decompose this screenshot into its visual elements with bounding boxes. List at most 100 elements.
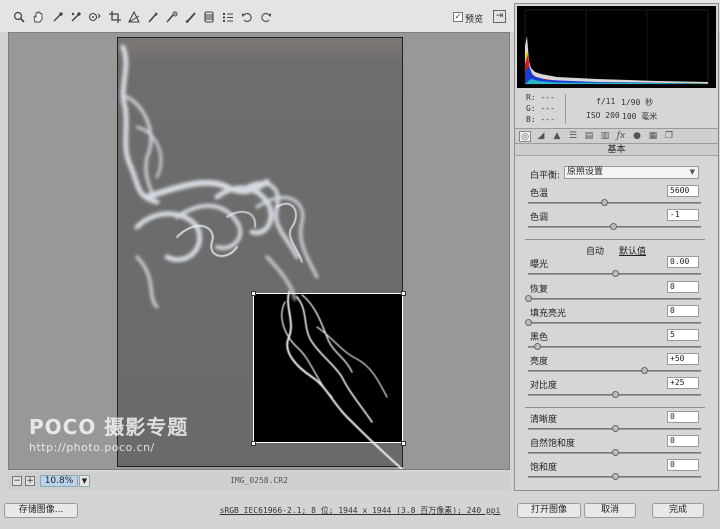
crop-handle-bottom-right[interactable] [401,441,406,446]
slider-track[interactable] [528,298,701,300]
slider-value-field[interactable]: 0 [667,435,699,447]
crop-handle-top-right[interactable] [401,291,406,296]
zoom-out-button[interactable]: − [12,476,22,486]
slider-thumb[interactable] [640,367,648,374]
slider-label: 曝光 [530,260,549,270]
smoke-image [120,44,403,469]
readout-g: G: --- [526,104,555,113]
graduated-filter-icon[interactable] [202,10,215,23]
hand-tool-icon[interactable] [31,10,44,23]
fullscreen-icon[interactable]: ⇥ [493,10,506,23]
open-image-button[interactable]: 打开图像 [517,503,581,518]
adjustments-panel: R: --- G: --- B: --- f/11 1/90 秒 ISO 200… [514,3,719,491]
slider-label: 黑色 [530,333,549,343]
slider-thumb[interactable] [609,223,617,230]
preferences-icon[interactable] [221,10,234,23]
slider-label: 亮度 [530,357,549,367]
crop-handle-top-left[interactable] [251,291,256,296]
slider-value-field[interactable]: 5600 [667,185,699,197]
spot-removal-icon[interactable] [146,10,159,23]
auto-link[interactable]: 自动 [586,244,604,257]
slider-value-field[interactable]: -1 [667,209,699,221]
iso-value: ISO 200 [586,111,620,120]
tab-camera-calibration-icon[interactable]: ● [631,131,643,142]
histogram [517,6,716,88]
slider-track[interactable] [528,346,701,348]
slider-label: 对比度 [530,381,558,391]
slider-thumb[interactable] [533,343,541,350]
image-canvas[interactable]: POCO 摄影专题 http://photo.poco.cn/ [8,32,510,470]
rotate-left-icon[interactable] [240,10,253,23]
tab-snapshots-icon[interactable]: ❐ [663,131,675,142]
slider-value-field[interactable]: 0 [667,281,699,293]
crop-tool-icon[interactable] [108,10,121,23]
readout-r: R: --- [526,93,555,102]
zoom-in-button[interactable]: + [25,476,35,486]
target-adjust-icon[interactable] [88,10,101,23]
slider-label: 色调 [530,213,549,223]
readouts: R: --- G: --- B: --- f/11 1/90 秒 ISO 200… [515,91,718,127]
color-sampler-icon[interactable] [69,10,82,23]
focal-length-value: 100 毫米 [622,112,658,121]
status-bar: IMG_0258.CR2 − + 10.8% ▼ [8,472,510,490]
slider-value-field[interactable]: +25 [667,377,699,389]
crop-handle-bottom-left[interactable] [251,441,256,446]
slider-value-field[interactable]: 0 [667,459,699,471]
slider-thumb[interactable] [525,319,532,326]
zoom-level-field[interactable]: 10.8% [40,475,78,487]
readout-b: B: --- [526,115,555,124]
slider-track[interactable] [528,202,701,204]
shutter-value: 1/90 秒 [621,98,654,107]
slider-thumb[interactable] [601,199,609,206]
tab-detail-icon[interactable]: ▲ [551,131,563,142]
tab-fx-icon[interactable]: ƒx [615,131,627,142]
white-balance-label: 白平衡: [530,171,561,181]
straighten-tool-icon[interactable] [127,10,140,23]
tab-presets-icon[interactable]: ▦ [647,131,659,142]
zoom-tool-icon[interactable] [12,10,25,23]
slider-label: 自然饱和度 [530,439,576,449]
preview-checkbox[interactable]: ✓ [453,12,463,22]
tab-tone-curve-icon[interactable]: ◢ [535,131,547,142]
slider-label: 清晰度 [530,415,558,425]
red-eye-icon[interactable] [165,10,178,23]
slider-value-field[interactable]: 0 [667,305,699,317]
slider-track[interactable] [528,322,701,324]
slider-thumb[interactable] [611,270,619,277]
readout-divider [565,94,566,124]
tab-basic-icon[interactable]: ◎ [519,131,531,142]
white-balance-select[interactable]: 原照设置 ▼ [564,166,699,179]
divider [525,407,705,408]
slider-thumb[interactable] [611,449,619,456]
rotate-right-icon[interactable] [259,10,272,23]
slider-thumb[interactable] [611,425,619,432]
slider-thumb[interactable] [611,473,619,480]
tab-hsl-icon[interactable]: ☰ [567,131,579,142]
cancel-button[interactable]: 取消 [584,503,636,518]
slider-value-field[interactable]: 0 [667,411,699,423]
white-balance-value: 原照设置 [567,167,604,177]
slider-value-field[interactable]: +50 [667,353,699,365]
watermark: POCO 摄影专题 http://photo.poco.cn/ [29,411,188,454]
tab-lens-icon[interactable]: ▥ [599,131,611,142]
slider-thumb[interactable] [611,391,619,398]
slider-label: 色温 [530,189,549,199]
default-link[interactable]: 默认值 [619,244,646,257]
chevron-down-icon[interactable]: ▼ [79,475,90,487]
slider-value-field[interactable]: 5 [667,329,699,341]
slider-track[interactable] [528,370,701,372]
adjustment-brush-icon[interactable] [184,10,197,23]
preview-label: 预览 [465,15,484,25]
done-button[interactable]: 完成 [652,503,704,518]
slider-label: 恢复 [530,285,549,295]
aperture-value: f/11 [596,97,616,106]
slider-label: 填充亮光 [530,309,567,319]
chevron-down-icon: ▼ [689,168,695,176]
tab-split-toning-icon[interactable]: ▤ [583,131,595,142]
panel-title: 基本 [515,144,718,156]
slider-thumb[interactable] [525,295,532,302]
watermark-logo: POCO 摄影专题 [29,415,189,439]
divider [525,239,705,240]
slider-value-field[interactable]: 0.00 [667,256,699,268]
white-balance-tool-icon[interactable] [51,10,64,23]
